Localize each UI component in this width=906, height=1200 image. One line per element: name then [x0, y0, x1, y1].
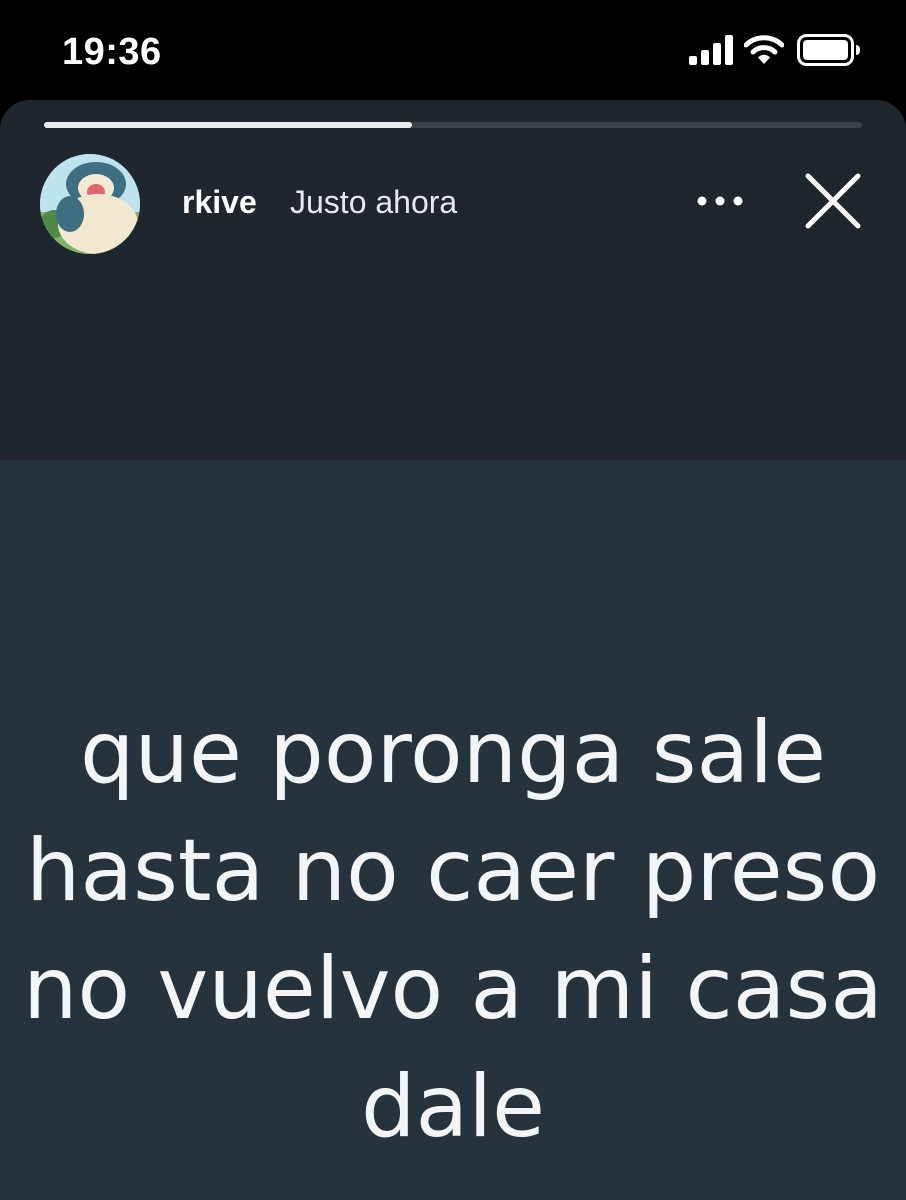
more-options-icon[interactable]	[690, 186, 750, 216]
story-text-line: dale	[360, 1057, 546, 1157]
battery-icon	[797, 34, 860, 66]
story-header-area	[0, 100, 906, 460]
story-text-line: no vuelvo a mi casa	[22, 939, 884, 1039]
story-text-line: hasta no caer preso	[25, 821, 881, 921]
status-time: 19:36	[62, 31, 162, 73]
snorlax-avatar-icon	[40, 154, 140, 254]
story-username[interactable]: rkive	[182, 182, 257, 222]
story-progress-bar	[44, 122, 862, 128]
story-text-line: que poronga sale	[79, 703, 827, 803]
status-bar: 19:36	[0, 0, 906, 100]
cellular-signal-icon	[689, 35, 735, 65]
close-icon[interactable]	[800, 168, 866, 234]
story-text: que poronga sale hasta no caer preso no …	[0, 694, 906, 1166]
avatar[interactable]	[40, 154, 140, 254]
wifi-icon	[744, 35, 784, 64]
story-timestamp: Justo ahora	[290, 184, 458, 220]
story-progress-fill	[44, 122, 413, 128]
story-viewer[interactable]: rkive Justo ahora que poronga sale hasta…	[0, 100, 906, 1200]
